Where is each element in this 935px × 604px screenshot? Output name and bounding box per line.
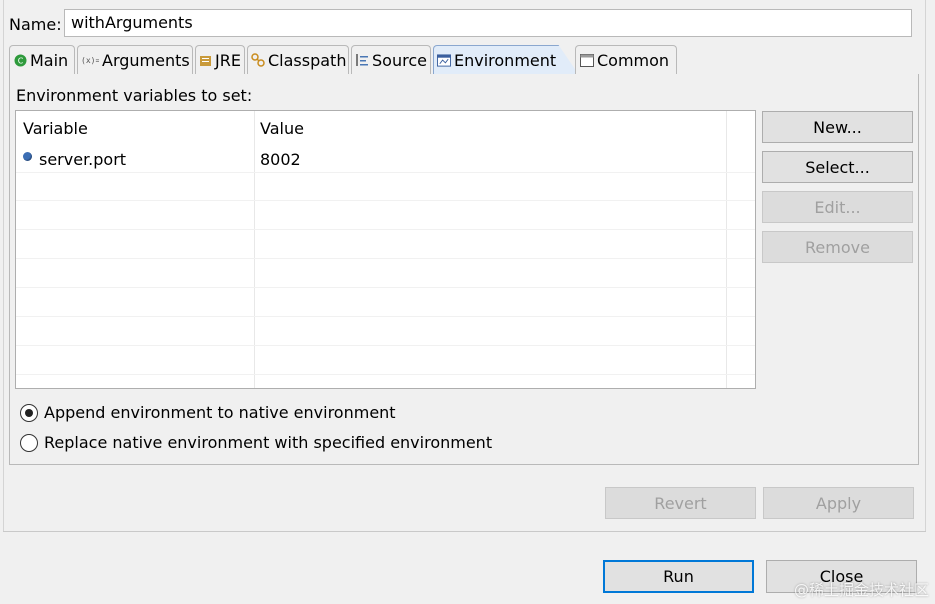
env-vars-label: Environment variables to set: [16,86,253,105]
watermark: @稀土掘金技术社区 [793,581,929,599]
replace-env-option[interactable]: Replace native environment with specifie… [20,433,492,452]
name-input[interactable]: withArguments [64,9,912,37]
replace-radio[interactable] [20,433,38,452]
revert-button[interactable]: Revert [605,487,756,519]
remove-button[interactable]: Remove [762,231,913,263]
variable-bullet-icon [23,152,32,161]
row-divider [16,316,755,317]
new-button[interactable]: New... [762,111,913,143]
jre-icon [199,53,212,67]
common-icon [580,53,594,67]
tab-label: Main [30,50,69,70]
tab-strip: C Main (x)= Arguments JRE Classpath Sour… [9,45,919,75]
tab-environment[interactable]: Environment [433,45,579,75]
tab-arguments[interactable]: (x)= Arguments [77,45,193,74]
svg-text:C: C [17,56,23,65]
name-label: Name: [9,15,62,34]
row-divider [16,172,755,173]
append-radio-label: Append environment to native environment [44,403,396,422]
row-divider [16,287,755,288]
tab-label: JRE [215,50,241,70]
select-button[interactable]: Select... [762,151,913,183]
row-divider [16,200,755,201]
tab-label: Classpath [268,50,347,70]
tab-jre[interactable]: JRE [195,45,245,74]
env-vars-table[interactable]: Variable Value server.port 8002 [15,110,756,389]
apply-button[interactable]: Apply [763,487,914,519]
tab-label: Source [372,50,427,70]
tab-classpath[interactable]: Classpath [247,45,349,74]
tab-common[interactable]: Common [575,45,677,74]
svg-text:(x)=: (x)= [81,56,99,65]
row-divider [16,258,755,259]
row-divider [16,374,755,375]
dialog-separator [3,531,926,532]
classpath-icon [251,53,265,67]
row-divider [16,229,755,230]
radio-selected-dot [25,408,33,417]
append-radio[interactable] [20,403,38,422]
column-header-variable[interactable]: Variable [23,119,88,138]
table-row[interactable]: server.port 8002 [16,144,755,172]
source-icon [355,53,369,67]
environment-icon [437,54,451,68]
edit-button[interactable]: Edit... [762,191,913,223]
tab-label: Environment [454,51,557,70]
value-cell: 8002 [260,150,301,169]
append-env-option[interactable]: Append environment to native environment [20,403,396,422]
variable-cell: server.port [39,150,127,169]
tab-main[interactable]: C Main [9,45,75,74]
replace-radio-label: Replace native environment with specifie… [44,433,493,452]
tab-label: Arguments [102,50,190,70]
tab-label: Common [597,50,670,70]
tab-source[interactable]: Source [351,45,431,74]
main-icon: C [13,53,27,67]
column-header-value[interactable]: Value [260,119,304,138]
row-divider [16,345,755,346]
run-button[interactable]: Run [603,560,754,593]
arguments-icon: (x)= [81,53,99,67]
